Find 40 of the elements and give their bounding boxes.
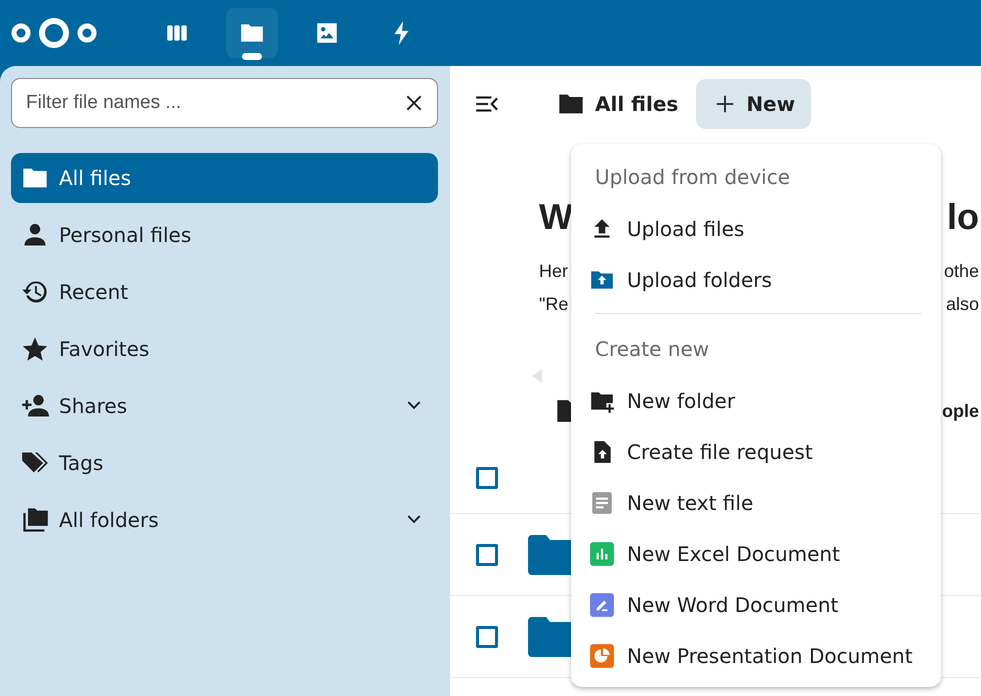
sidebar-item[interactable]: Favorites (11, 324, 438, 374)
checkbox[interactable] (476, 467, 498, 489)
page-heading: lo (947, 196, 979, 238)
menu-item[interactable]: New Excel Document (571, 528, 941, 579)
intro-text: "Re (539, 294, 568, 315)
document-icon (589, 592, 615, 618)
breadcrumb[interactable]: All files (557, 79, 686, 129)
plus-icon (714, 93, 736, 115)
sidebar-item[interactable]: All folders (11, 495, 438, 545)
menu-item[interactable]: New text file (571, 477, 941, 528)
page-heading: W (539, 196, 573, 238)
intro-text: Her (539, 261, 568, 282)
app-button[interactable] (226, 8, 278, 58)
checkbox[interactable] (476, 626, 498, 648)
sidebar-item[interactable]: Shares (11, 381, 438, 431)
menu-item[interactable]: Upload folders (571, 254, 941, 305)
spreadsheet-icon (589, 540, 615, 566)
section-title: Upload from device (594, 164, 792, 190)
filter-field[interactable]: Filter file names ... (11, 78, 438, 128)
intro-text: othe (944, 261, 979, 282)
logo-icon (9, 15, 99, 51)
star-icon (21, 335, 49, 363)
menu-item[interactable]: Upload files (571, 203, 941, 254)
sidebar-item[interactable]: All files (11, 153, 438, 203)
presentation-icon (589, 642, 615, 668)
section-title: Create new (594, 336, 710, 362)
sidebar-item[interactable]: Recent (11, 267, 438, 317)
intro-text: also (946, 294, 979, 315)
left-arrow-icon (532, 369, 542, 383)
menu-item[interactable]: New Presentation Document (571, 630, 941, 681)
folders-icon (21, 506, 49, 534)
menu-item[interactable]: New Word Document (571, 579, 941, 630)
menu-item[interactable]: Create file request (571, 426, 941, 477)
sidebar-item[interactable]: Tags (11, 438, 438, 488)
sidebar-item[interactable]: Personal files (11, 210, 438, 260)
checkbox[interactable] (476, 544, 498, 566)
menu-item[interactable]: New folder (571, 375, 941, 426)
active-indicator (242, 53, 262, 60)
new-button[interactable]: New (696, 79, 812, 129)
column-header: ople (942, 400, 979, 422)
